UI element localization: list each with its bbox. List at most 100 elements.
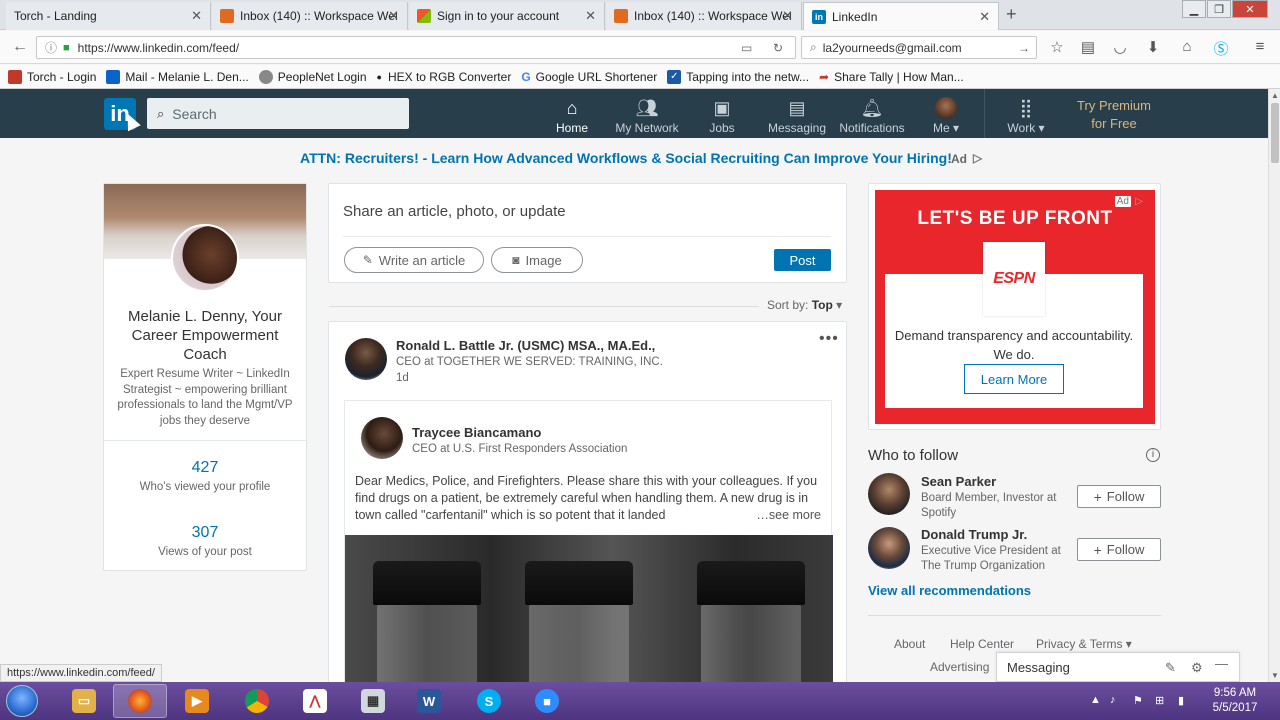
reader-view-icon[interactable]: ▭ [741, 41, 752, 55]
close-icon[interactable]: ✕ [979, 9, 990, 25]
post-button[interactable]: Post [774, 249, 831, 271]
see-more-link[interactable]: …see more [750, 507, 821, 524]
share-prompt-input[interactable]: Share an article, photo, or update [343, 203, 566, 220]
bookmark-item[interactable]: Torch - Login [8, 69, 96, 84]
ad-banner[interactable]: ATTN: Recruiters! - Learn How Advanced W… [300, 150, 1000, 166]
bookmark-item[interactable]: ➦ Share Tally | How Man... [819, 70, 964, 84]
nav-work[interactable]: ⣿ Work ▾ [986, 97, 1066, 135]
close-icon[interactable]: ✕ [585, 8, 596, 24]
close-icon[interactable]: ✕ [191, 8, 202, 24]
close-window-icon[interactable]: ✕ [1232, 0, 1268, 18]
bookmark-item[interactable]: ✓ Tapping into the netw... [667, 69, 809, 84]
nav-home[interactable]: ⌂ Home [532, 97, 612, 135]
footer-privacy-link[interactable]: Privacy & Terms ▾ [1036, 637, 1132, 651]
sort-by-dropdown[interactable]: Sort by: Top ▾ [767, 298, 842, 312]
try-premium-link[interactable]: Try Premium for Free [1066, 97, 1162, 133]
taskbar-acrobat[interactable]: ⋀ [288, 684, 342, 718]
more-options-icon[interactable]: ••• [819, 330, 839, 348]
nav-me[interactable]: Me ▾ [906, 97, 986, 135]
taskbar-skype[interactable]: S [462, 684, 516, 718]
rec-name[interactable]: Donald Trump Jr. [921, 527, 1027, 542]
rec-avatar[interactable] [868, 527, 910, 569]
follow-button[interactable]: + Follow [1077, 485, 1161, 508]
browser-tab-1[interactable]: Torch - Landing ✕ [6, 2, 211, 30]
ad-choices-icon[interactable]: ▷ [973, 151, 982, 165]
volume-icon[interactable]: ♪ [1110, 694, 1116, 706]
browser-search-field[interactable]: ⌕ la2yourneeds@gmail.com → [801, 36, 1037, 59]
bookmark-star-icon[interactable]: ☆ [1047, 38, 1067, 56]
taskbar-calculator[interactable]: ▦ [346, 684, 400, 718]
taskbar-zoom[interactable]: ■ [520, 684, 574, 718]
write-article-button[interactable]: ✎ Write an article [344, 247, 484, 273]
close-icon[interactable]: ✕ [388, 8, 399, 24]
minimize-icon[interactable]: — [1215, 656, 1228, 671]
browser-tab-3[interactable]: Sign in to your account ✕ [409, 2, 605, 30]
scroll-down-icon[interactable]: ▼ [1271, 671, 1279, 680]
minimize-window-icon[interactable]: ▁ [1182, 0, 1206, 18]
learn-more-button[interactable]: Learn More [964, 364, 1064, 394]
scrollbar-thumb[interactable] [1271, 103, 1279, 163]
tray-arrow-icon[interactable]: ▲ [1090, 694, 1101, 706]
rec-avatar[interactable] [868, 473, 910, 515]
linkedin-search-input[interactable]: ⌕ Search [147, 98, 409, 129]
gear-icon[interactable]: ⚙ [1191, 660, 1203, 676]
poster-name[interactable]: Ronald L. Battle Jr. (USMC) MSA., MA.Ed.… [396, 338, 655, 353]
taskbar-firefox[interactable] [113, 684, 167, 718]
home-browser-icon[interactable]: ⌂ [1177, 38, 1197, 55]
bookmark-item[interactable]: PeopleNet Login [258, 69, 367, 84]
taskbar-word[interactable]: W [402, 684, 456, 718]
browser-tab-2[interactable]: Inbox (140) :: Workspace Wel ✕ [212, 2, 408, 30]
flag-icon[interactable]: ⚑ [1133, 694, 1143, 707]
browser-tab-linkedin[interactable]: in LinkedIn ✕ [803, 2, 999, 30]
profile-views-count[interactable]: 427 [104, 459, 306, 477]
shared-author-name[interactable]: Traycee Biancamano [412, 425, 541, 440]
bookmark-item[interactable]: Mail - Melanie L. Den... [106, 69, 249, 84]
footer-help-link[interactable]: Help Center [950, 637, 1014, 651]
close-icon[interactable]: ✕ [782, 8, 793, 24]
scroll-up-icon[interactable]: ▲ [1271, 91, 1279, 100]
page-scrollbar[interactable]: ▲ ▼ [1268, 89, 1280, 682]
poster-avatar[interactable] [345, 338, 387, 380]
reading-list-icon[interactable]: ▤ [1078, 38, 1098, 56]
bookmark-item[interactable]: G Google URL Shortener [521, 70, 657, 84]
url-bar[interactable]: ⓘ ■ https://www.linkedin.com/feed/ ▭ ↻ [36, 36, 796, 59]
back-icon[interactable]: ← [12, 38, 28, 56]
profile-name[interactable]: Melanie L. Denny, Your Career Empowermen… [114, 307, 296, 364]
footer-about-link[interactable]: About [894, 637, 925, 651]
menu-icon[interactable]: ≡ [1250, 38, 1270, 55]
footer-advertising-link[interactable]: Advertising [930, 660, 989, 674]
download-icon[interactable]: ⬇ [1143, 38, 1163, 56]
nav-messaging[interactable]: ▤ Messaging [757, 97, 837, 135]
nav-jobs[interactable]: ▣ Jobs [682, 97, 762, 135]
maximize-window-icon[interactable]: ❐ [1207, 0, 1231, 18]
view-all-recommendations-link[interactable]: View all recommendations [868, 583, 1031, 598]
taskbar-media[interactable]: ▶ [170, 684, 224, 718]
new-tab-icon[interactable]: + [1006, 4, 1017, 25]
taskbar-chrome[interactable] [230, 684, 284, 718]
pocket-icon[interactable]: ◡ [1110, 38, 1130, 56]
nav-my-network[interactable]: 👥︎ My Network [607, 97, 687, 135]
taskbar-explorer[interactable]: ▭ [57, 684, 111, 718]
bookmark-item[interactable]: ● HEX to RGB Converter [377, 70, 512, 84]
image-button[interactable]: ◙ Image [491, 247, 583, 273]
start-button[interactable] [6, 685, 38, 717]
reload-icon[interactable]: ↻ [773, 41, 783, 55]
taskbar-clock[interactable]: 9:56 AM 5/5/2017 [1200, 686, 1270, 716]
messaging-dock[interactable]: Messaging ✎ ⚙ — [996, 652, 1240, 682]
info-icon[interactable]: i [1146, 448, 1160, 462]
profile-photo[interactable] [171, 224, 239, 292]
shared-author-avatar[interactable] [361, 417, 403, 459]
shared-post-image[interactable] [345, 535, 833, 691]
compose-icon[interactable]: ✎ [1165, 660, 1176, 676]
info-icon[interactable]: ⓘ [45, 39, 57, 56]
follow-button[interactable]: + Follow [1077, 538, 1161, 561]
signal-icon[interactable]: ▮ [1178, 694, 1184, 707]
right-rail-ad[interactable]: LET'S BE UP FRONT Ad ▷ ESPN Demand trans… [868, 183, 1161, 430]
ad-choices-icon[interactable]: ▷ [1135, 196, 1143, 207]
rec-name[interactable]: Sean Parker [921, 474, 996, 489]
skype-icon[interactable]: Ⓢ [1211, 38, 1231, 59]
go-arrow-icon[interactable]: → [1018, 41, 1030, 55]
network-icon[interactable]: ⊞ [1155, 694, 1164, 707]
nav-notifications[interactable]: 🔔︎ Notifications [832, 97, 912, 135]
post-views-count[interactable]: 307 [104, 524, 306, 542]
